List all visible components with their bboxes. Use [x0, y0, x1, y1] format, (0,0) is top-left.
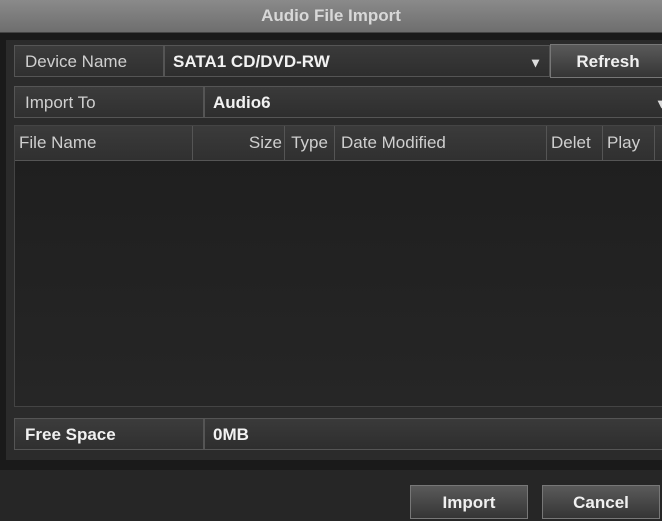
column-header-date-modified[interactable]: Date Modified [335, 126, 547, 160]
dialog-titlebar: Audio File Import [0, 0, 662, 33]
cancel-button[interactable]: Cancel [542, 485, 660, 519]
device-name-label: Device Name [14, 45, 164, 77]
chevron-down-icon: ▾ [657, 95, 662, 111]
device-name-select[interactable]: SATA1 CD/DVD-RW ▾ [164, 45, 550, 77]
column-header-play[interactable]: Play [603, 126, 655, 160]
column-header-size[interactable]: Size [193, 126, 285, 160]
free-space-row: Free Space 0MB [14, 418, 662, 450]
file-list-body[interactable] [15, 160, 662, 406]
column-header-delete[interactable]: Delet [547, 126, 603, 160]
column-header-file-name[interactable]: File Name [15, 126, 193, 160]
refresh-button[interactable]: Refresh [550, 44, 662, 78]
import-to-label: Import To [14, 86, 204, 118]
free-space-label: Free Space [14, 418, 204, 450]
dialog-footer: Import Cancel [0, 470, 662, 521]
file-table-header: File Name Size Type Date Modified Delet … [15, 126, 662, 161]
file-table: File Name Size Type Date Modified Delet … [14, 125, 662, 407]
chevron-down-icon: ▾ [531, 54, 539, 70]
free-space-value: 0MB [204, 418, 662, 450]
device-name-value: SATA1 CD/DVD-RW [173, 52, 330, 71]
import-to-row: Import To Audio6 ▾ [14, 86, 662, 118]
import-to-select[interactable]: Audio6 ▾ [204, 86, 662, 118]
import-panel: Device Name SATA1 CD/DVD-RW ▾ Refresh Im… [6, 40, 662, 460]
import-to-value: Audio6 [213, 93, 271, 112]
import-button[interactable]: Import [410, 485, 528, 519]
column-header-type[interactable]: Type [285, 126, 335, 160]
device-name-row: Device Name SATA1 CD/DVD-RW ▾ Refresh [14, 44, 662, 78]
dialog-title: Audio File Import [261, 6, 401, 25]
